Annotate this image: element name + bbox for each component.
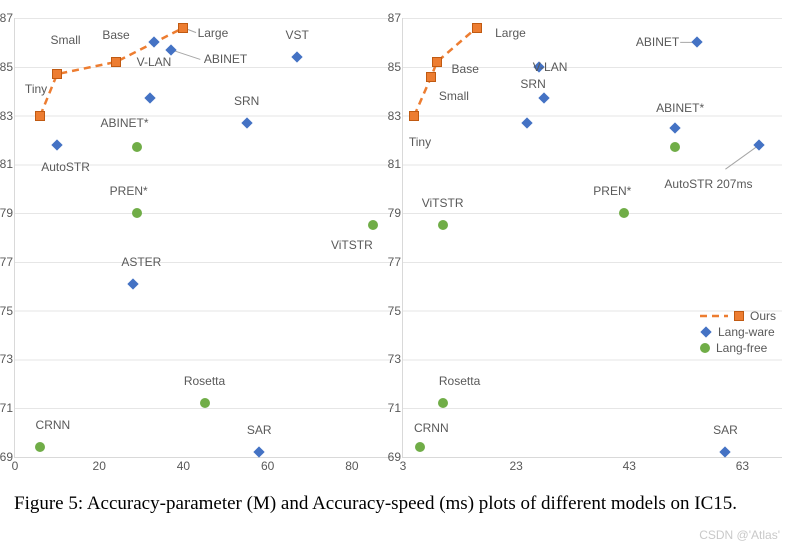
x-tick: 40 <box>177 459 190 473</box>
watermark: CSDN @'Atlas' <box>699 528 780 542</box>
data-label: Small <box>439 89 469 103</box>
data-label: ABINET <box>636 35 679 49</box>
y-axis-ticks: 69717375777981838587 <box>0 18 13 457</box>
data-label: Large <box>495 26 526 40</box>
x-axis-ticks: 0 20 40 60 80 <box>15 459 394 477</box>
x-tick: 63 <box>736 459 749 473</box>
y-tick: 81 <box>388 157 401 171</box>
y-tick: 85 <box>0 60 13 74</box>
data-label: SAR <box>247 423 272 437</box>
data-label: PREN* <box>593 184 631 198</box>
legend-langware-marker-icon <box>700 326 711 337</box>
accuracy-parameter-chart: 69717375777981838587 020406080 TinySmall… <box>14 18 394 458</box>
data-label: V-LAN <box>533 60 568 74</box>
figure-caption: Figure 5: Accuracy-parameter (M) and Acc… <box>14 492 774 516</box>
data-label: ABINET* <box>656 101 704 115</box>
data-label: ViTSTR <box>331 238 373 252</box>
legend-ours-label: Ours <box>750 309 776 323</box>
legend-ours-marker-icon <box>734 311 744 321</box>
x-tick: 3 <box>400 459 407 473</box>
data-label: Rosetta <box>439 374 480 388</box>
legend: Ours Lang-ware Lang-free <box>700 307 776 357</box>
legend-langware-label: Lang-ware <box>718 325 775 339</box>
data-label: Tiny <box>25 82 47 96</box>
data-label: ViTSTR <box>422 196 464 210</box>
data-label: SAR <box>713 423 738 437</box>
y-tick: 83 <box>0 109 13 123</box>
x-tick: 43 <box>623 459 636 473</box>
data-label: Tiny <box>409 135 431 149</box>
y-tick: 83 <box>388 109 401 123</box>
x-tick: 20 <box>93 459 106 473</box>
data-label: Small <box>51 33 81 47</box>
y-tick: 73 <box>388 352 401 366</box>
data-label: ASTER <box>121 255 161 269</box>
legend-langfree-label: Lang-free <box>716 341 767 355</box>
accuracy-speed-chart: 69717375777981838587 3234363 Ours Lang-w… <box>402 18 782 458</box>
data-label: PREN* <box>110 184 148 198</box>
legend-item-langware: Lang-ware <box>700 325 776 339</box>
legend-ours-line-icon <box>700 311 728 321</box>
data-label: Rosetta <box>184 374 225 388</box>
y-tick: 79 <box>0 206 13 220</box>
data-label: Base <box>452 62 479 76</box>
charts-row: 69717375777981838587 020406080 TinySmall… <box>14 18 782 458</box>
y-tick: 87 <box>0 11 13 25</box>
y-tick: 75 <box>388 304 401 318</box>
y-tick: 79 <box>388 206 401 220</box>
y-tick: 73 <box>0 352 13 366</box>
data-label: SRN <box>520 77 545 91</box>
data-label: VST <box>285 28 308 42</box>
y-tick: 87 <box>388 11 401 25</box>
legend-item-ours: Ours <box>700 309 776 323</box>
data-label: AutoSTR 207ms <box>664 177 752 191</box>
y-axis-ticks: 69717375777981838587 <box>379 18 401 457</box>
data-label: V-LAN <box>137 55 172 69</box>
y-tick: 77 <box>0 255 13 269</box>
y-tick: 77 <box>388 255 401 269</box>
x-tick: 60 <box>261 459 274 473</box>
x-tick: 80 <box>345 459 358 473</box>
y-tick: 71 <box>388 401 401 415</box>
legend-langfree-marker-icon <box>700 343 710 353</box>
data-label: AutoSTR <box>41 160 90 174</box>
data-label: SRN <box>234 94 259 108</box>
x-axis-ticks: 3 23 43 63 <box>403 459 782 477</box>
y-tick: 81 <box>0 157 13 171</box>
data-label: CRNN <box>414 421 449 435</box>
chart-lines <box>403 18 782 457</box>
data-label: ABINET <box>204 52 247 66</box>
legend-item-langfree: Lang-free <box>700 341 776 355</box>
y-tick: 75 <box>0 304 13 318</box>
data-label: Large <box>198 26 229 40</box>
y-tick: 71 <box>0 401 13 415</box>
y-tick: 85 <box>388 60 401 74</box>
x-tick: 23 <box>509 459 522 473</box>
data-label: ABINET* <box>100 116 148 130</box>
data-label: CRNN <box>36 418 71 432</box>
data-label: Base <box>102 28 129 42</box>
x-tick: 0 <box>12 459 19 473</box>
